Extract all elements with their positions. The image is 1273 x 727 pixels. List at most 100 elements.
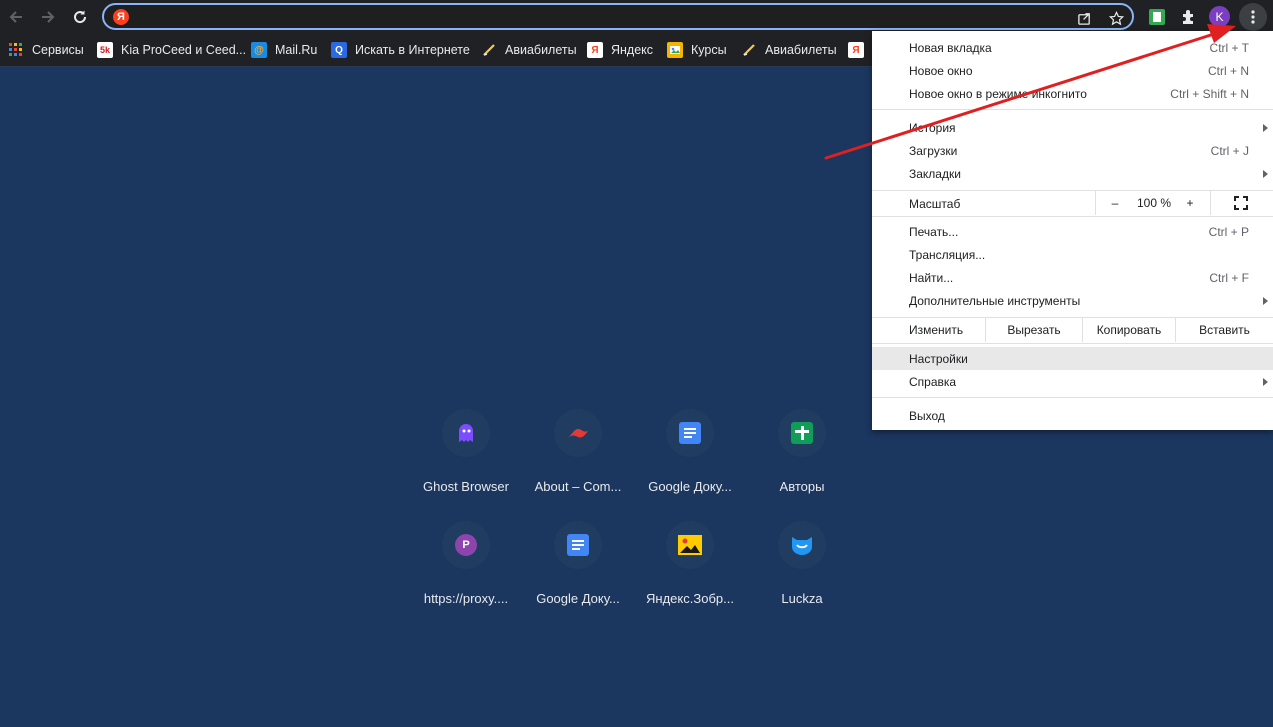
submenu-arrow-icon <box>1263 170 1268 178</box>
shortcut-tile[interactable]: Luckza <box>746 521 858 621</box>
shortcut-tile[interactable]: About – Com... <box>522 409 634 509</box>
bookmark-label: Сервисы <box>32 43 84 57</box>
apps-grid-icon <box>8 42 24 58</box>
bookmark-yandex-2[interactable]: Я <box>848 41 872 59</box>
shortcut-tile[interactable]: Google Доку... <box>522 521 634 621</box>
shortcut-label: Яндекс.Зобр... <box>646 591 734 606</box>
ghost-icon <box>442 409 490 457</box>
menu-item-find[interactable]: Найти... Ctrl + F <box>872 266 1273 289</box>
shortcut-label: Google Доку... <box>648 479 732 494</box>
bookmark-label: Яндекс <box>611 43 654 57</box>
three-dots-vertical-icon <box>1251 10 1255 24</box>
menu-item-shortcut: Ctrl + Shift + N <box>1170 87 1249 101</box>
bookmark-label: Авиабилеты <box>765 43 837 57</box>
submenu-arrow-icon <box>1263 378 1268 386</box>
address-bar[interactable]: Я <box>102 3 1134 30</box>
profile-avatar[interactable]: K <box>1209 6 1230 27</box>
menu-item-label: Найти... <box>909 271 954 285</box>
menu-divider <box>872 109 1273 110</box>
shortcut-tile[interactable]: Ghost Browser <box>410 409 522 509</box>
bookmark-yandex[interactable]: Я Яндекс <box>587 41 653 59</box>
shortcut-label: https://proxy.... <box>423 591 509 606</box>
extension-green-icon[interactable] <box>1145 5 1169 29</box>
extensions-puzzle-icon[interactable] <box>1176 5 1200 29</box>
bookmark-avia-2[interactable]: Авиабилеты <box>741 41 837 59</box>
edit-label: Изменить <box>909 323 964 337</box>
shortcut-tile[interactable]: Авторы <box>746 409 858 509</box>
zoom-divider <box>1095 191 1096 215</box>
mailru-icon: @ <box>251 42 267 58</box>
yandex-images-icon <box>666 521 714 569</box>
arrow-left-icon <box>9 11 22 23</box>
menu-item-history[interactable]: История <box>872 116 1273 139</box>
menu-item-help[interactable]: Справка <box>872 370 1273 393</box>
menu-item-label: Трансляция... <box>909 248 986 262</box>
search-icon: Q <box>331 42 347 58</box>
fullscreen-button[interactable] <box>1226 191 1256 215</box>
bookmark-label: Курсы <box>691 43 727 57</box>
menu-item-more-tools[interactable]: Дополнительные инструменты <box>872 289 1273 312</box>
menu-item-label: Новое окно <box>909 64 973 78</box>
menu-edit-row: Изменить Вырезать Копировать Вставить <box>872 318 1273 342</box>
about-icon <box>554 409 602 457</box>
browser-toolbar: Я K <box>0 0 1273 35</box>
menu-item-cast[interactable]: Трансляция... <box>872 243 1273 266</box>
shortcut-tile[interactable]: Google Доку... <box>634 409 746 509</box>
bookmark-avia-1[interactable]: Авиабилеты <box>481 41 577 59</box>
google-docs-icon <box>554 521 602 569</box>
paste-button[interactable]: Вставить <box>1176 318 1273 342</box>
menu-item-new-tab[interactable]: Новая вкладка Ctrl + T <box>872 36 1273 59</box>
submenu-arrow-icon <box>1263 297 1268 305</box>
cut-button[interactable]: Вырезать <box>986 318 1082 342</box>
fullscreen-icon <box>1234 196 1248 210</box>
forward-button[interactable] <box>35 4 61 30</box>
menu-item-print[interactable]: Печать... Ctrl + P <box>872 220 1273 243</box>
menu-item-settings[interactable]: Настройки <box>872 347 1273 370</box>
menu-zoom-row: Масштаб – 100 % + <box>872 191 1273 215</box>
yandex-icon: Я <box>848 42 864 58</box>
zoom-in-button[interactable]: + <box>1178 191 1202 215</box>
menu-item-label: Новое окно в режиме инкогнито <box>909 87 1087 101</box>
menu-item-incognito[interactable]: Новое окно в режиме инкогнито Ctrl + Shi… <box>872 82 1273 105</box>
chrome-menu-button[interactable] <box>1239 3 1267 31</box>
menu-item-label: История <box>909 121 956 135</box>
bookmark-label: Авиабилеты <box>505 43 577 57</box>
proxy-letter: P <box>455 534 477 556</box>
menu-item-shortcut: Ctrl + J <box>1210 144 1249 158</box>
menu-divider <box>872 216 1273 217</box>
back-button[interactable] <box>3 4 29 30</box>
luckza-icon <box>778 521 826 569</box>
bookmark-courses[interactable]: Курсы <box>667 41 727 59</box>
bookmark-label: Kia ProCeed и Ceed... <box>121 43 247 57</box>
5k-icon: 5k <box>97 42 113 58</box>
shortcut-tile[interactable]: Яндекс.Зобр... <box>634 521 746 621</box>
bookmark-kia[interactable]: 5k Kia ProCeed и Ceed... <box>97 41 246 59</box>
share-icon[interactable] <box>1074 8 1094 28</box>
menu-item-new-window[interactable]: Новое окно Ctrl + N <box>872 59 1273 82</box>
menu-item-bookmarks[interactable]: Закладки <box>872 162 1273 185</box>
bookmark-services[interactable]: Сервисы <box>8 41 84 59</box>
bookmark-star-icon[interactable] <box>1106 8 1126 28</box>
copy-button[interactable]: Копировать <box>1083 318 1175 342</box>
bookmark-search-web[interactable]: Q Искать в Интернете <box>331 41 470 59</box>
bookmark-mailru[interactable]: @ Mail.Ru <box>251 41 317 59</box>
zoom-divider <box>1210 191 1211 215</box>
bookmark-label: Искать в Интернете <box>355 43 470 57</box>
chrome-main-menu: Новая вкладка Ctrl + T Новое окно Ctrl +… <box>872 31 1273 430</box>
yandex-icon: Я <box>587 42 603 58</box>
menu-item-downloads[interactable]: Загрузки Ctrl + J <box>872 139 1273 162</box>
yandex-logo-icon: Я <box>113 9 129 25</box>
shortcut-label: Ghost Browser <box>423 479 509 494</box>
submenu-arrow-icon <box>1263 124 1268 132</box>
menu-item-shortcut: Ctrl + F <box>1209 271 1249 285</box>
menu-item-shortcut: Ctrl + P <box>1208 225 1249 239</box>
menu-item-exit[interactable]: Выход <box>872 404 1273 427</box>
menu-item-label: Загрузки <box>909 144 958 158</box>
menu-item-label: Настройки <box>909 352 968 366</box>
menu-item-label: Выход <box>909 409 945 423</box>
reload-button[interactable] <box>67 4 93 30</box>
zoom-out-button[interactable]: – <box>1100 191 1130 215</box>
menu-divider <box>872 397 1273 398</box>
shortcut-tile[interactable]: P https://proxy.... <box>410 521 522 621</box>
plane-icon <box>481 42 497 58</box>
